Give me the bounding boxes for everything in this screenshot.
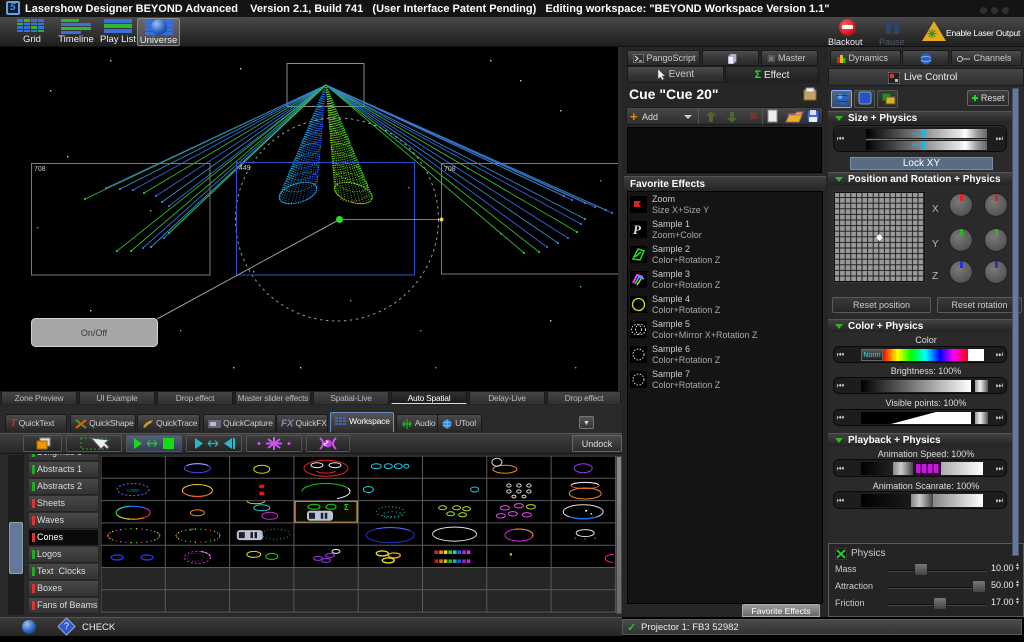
svg-text:Σ: Σ: [344, 503, 349, 512]
svg-text:708: 708: [444, 166, 456, 173]
svg-text:449: 449: [239, 165, 251, 172]
svg-text:LOGO: LOGO: [127, 487, 139, 492]
svg-text:ltP: ltP: [189, 527, 194, 532]
svg-text:708: 708: [34, 166, 46, 173]
svg-text:P: P: [633, 222, 642, 237]
svg-text:On/Off: On/Off: [81, 328, 108, 338]
